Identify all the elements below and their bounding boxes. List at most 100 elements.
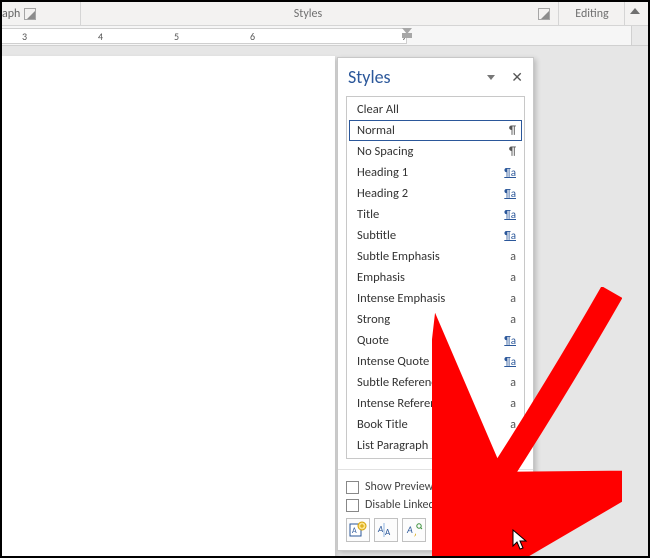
styles-pane-title: Styles: [348, 66, 487, 88]
show-preview-checkbox[interactable]: Show Preview: [346, 480, 525, 494]
new-style-button[interactable]: A: [346, 518, 370, 542]
close-icon[interactable]: ✕: [509, 69, 525, 86]
styles-pane-footer-row: A A A A: [346, 518, 525, 542]
vertical-scrollbar[interactable]: [631, 26, 648, 45]
svg-text:A: A: [377, 524, 383, 535]
manage-styles-button[interactable]: A: [402, 518, 426, 542]
dialog-launcher-icon[interactable]: [24, 8, 36, 20]
style-item[interactable]: Clear All: [349, 99, 522, 120]
manage-styles-icon: A: [405, 521, 423, 539]
ribbon-group-label: Styles: [82, 7, 534, 21]
style-type-icon: [510, 250, 516, 264]
style-type-icon: [510, 292, 516, 306]
document-page[interactable]: [2, 56, 335, 556]
ribbon-separator: [624, 2, 625, 25]
style-item[interactable]: No Spacing: [349, 141, 522, 162]
svg-text:A: A: [406, 523, 413, 536]
svg-text:A: A: [385, 527, 391, 538]
style-type-icon: [504, 334, 516, 347]
ruler-page-area: [2, 28, 407, 44]
document-area[interactable]: [2, 46, 648, 556]
styles-pane-footer: Show Preview Disable Linked Styles A: [338, 469, 533, 550]
app-frame: aph Styles Editing 3 4 5 6 7 Styles: [2, 2, 648, 556]
ribbon-group-paragraph-partial: aph: [2, 7, 36, 21]
style-item-name: Emphasis: [357, 270, 510, 285]
style-type-icon: [510, 376, 516, 390]
ruler-tick: 5: [174, 30, 179, 43]
ribbon-group-labels-row: aph Styles Editing: [2, 2, 648, 26]
styles-pane: Styles ✕ Clear All Normal No Spacing Headin…: [337, 57, 534, 551]
ruler-tick: 6: [250, 30, 255, 43]
style-item-name: Subtle Reference: [357, 375, 510, 390]
style-type-icon: [504, 166, 516, 179]
pane-menu-caret-icon[interactable]: [487, 75, 495, 80]
style-item-name: Book Title: [357, 417, 510, 432]
style-type-icon: [504, 187, 516, 200]
style-item-name: No Spacing: [357, 144, 509, 159]
style-item-name: Clear All: [357, 102, 516, 117]
checkbox-icon: [346, 499, 359, 512]
new-style-icon: A: [349, 521, 367, 539]
right-indent-marker-icon[interactable]: [402, 28, 412, 37]
style-type-icon: [510, 418, 516, 432]
horizontal-ruler[interactable]: 3 4 5 6 7: [2, 26, 648, 46]
style-item-name: Intense Reference: [357, 396, 510, 411]
style-item[interactable]: Book Title: [349, 414, 522, 435]
style-item[interactable]: List Paragraph: [349, 435, 522, 456]
ribbon-group-label: Editing: [575, 7, 608, 21]
style-item-name: Quote: [357, 333, 504, 348]
style-item-name: Intense Quote: [357, 354, 504, 369]
style-item[interactable]: Intense Emphasis: [349, 288, 522, 309]
style-list: Clear All Normal No Spacing Heading 1 Headin…: [346, 96, 525, 459]
style-type-icon: [510, 271, 516, 285]
style-item[interactable]: Emphasis: [349, 267, 522, 288]
style-item[interactable]: Heading 1: [349, 162, 522, 183]
styles-pane-header: Styles ✕: [338, 58, 533, 96]
style-item[interactable]: Quote: [349, 330, 522, 351]
style-item-name: Heading 2: [357, 186, 504, 201]
style-item-name: Normal: [357, 123, 509, 138]
style-item-name: Subtle Emphasis: [357, 249, 510, 264]
disable-linked-styles-checkbox[interactable]: Disable Linked Styles: [346, 498, 525, 512]
style-item[interactable]: Subtle Emphasis: [349, 246, 522, 267]
ribbon-group-editing: Editing: [562, 7, 622, 21]
style-item-name: Strong: [357, 312, 510, 327]
ruler-tick: 4: [98, 30, 103, 43]
style-item[interactable]: Strong: [349, 309, 522, 330]
style-type-icon: [509, 439, 516, 453]
style-inspector-icon: A A: [377, 521, 395, 539]
style-item-name: List Paragraph: [357, 438, 509, 453]
style-item-name: Intense Emphasis: [357, 291, 510, 306]
svg-text:A: A: [352, 526, 357, 536]
ribbon-group-label: aph: [2, 7, 20, 21]
dialog-launcher-icon[interactable]: [538, 8, 550, 20]
style-item-name: Title: [357, 207, 504, 222]
checkbox-icon: [346, 481, 359, 494]
ribbon-separator: [80, 2, 81, 25]
style-type-icon: [504, 208, 516, 221]
style-item[interactable]: Intense Reference: [349, 393, 522, 414]
checkbox-label: Disable Linked Styles: [365, 498, 466, 512]
style-item[interactable]: Intense Quote: [349, 351, 522, 372]
checkbox-label: Show Preview: [365, 480, 433, 494]
style-type-icon: [504, 229, 516, 242]
style-item[interactable]: Heading 2: [349, 183, 522, 204]
ribbon-separator: [558, 2, 559, 25]
style-type-icon: [509, 124, 516, 138]
style-type-icon: [510, 313, 516, 327]
collapse-ribbon-icon[interactable]: [630, 8, 640, 14]
style-type-icon: [510, 397, 516, 411]
style-type-icon: [504, 355, 516, 368]
ribbon-group-styles: Styles: [82, 7, 550, 21]
style-item[interactable]: Subtitle: [349, 225, 522, 246]
style-item-name: Heading 1: [357, 165, 504, 180]
style-type-icon: [509, 145, 516, 159]
style-item-name: Subtitle: [357, 228, 504, 243]
style-item[interactable]: Normal: [349, 120, 522, 141]
ruler-tick: 3: [22, 30, 27, 43]
style-item[interactable]: Subtle Reference: [349, 372, 522, 393]
style-inspector-button[interactable]: A A: [374, 518, 398, 542]
style-item[interactable]: Title: [349, 204, 522, 225]
styles-options-link[interactable]: Options...: [478, 528, 525, 542]
styles-pane-body: Clear All Normal No Spacing Heading 1 Headin…: [338, 96, 533, 465]
